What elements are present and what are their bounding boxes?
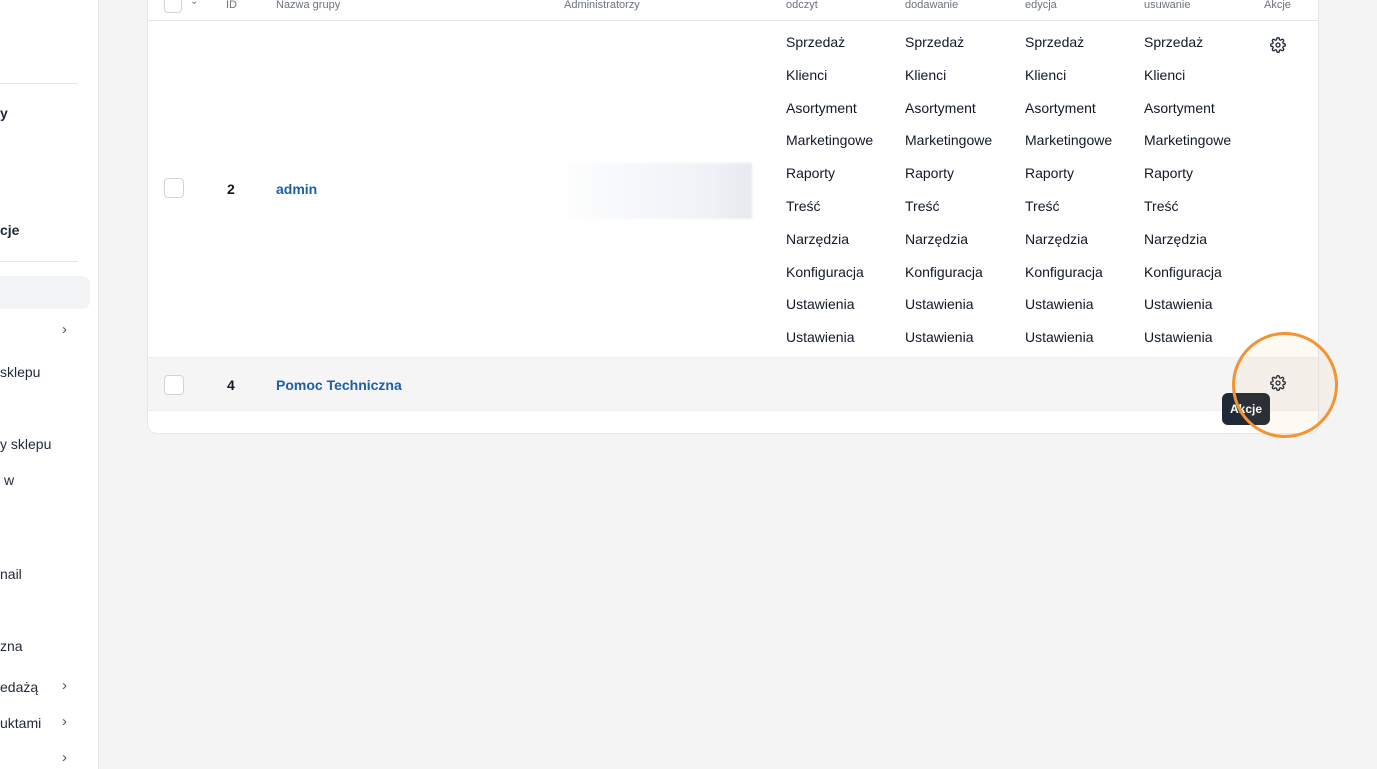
group-name-link[interactable]: admin [276,181,317,197]
permission-item: Klienci [905,66,947,83]
row-checkbox[interactable] [164,375,184,395]
column-header-admins: Administratorzy [564,0,640,11]
permission-item: Sprzedaż [1025,34,1085,50]
chevron-right-icon[interactable]: › [62,322,72,337]
permission-item: Ustawienia [1144,296,1213,313]
permission-item: Ustawienia [905,296,974,313]
permission-item: Konfiguracja [1025,263,1103,280]
sidebar-item-label[interactable]: w [4,472,14,488]
gear-icon[interactable] [1270,37,1286,53]
permission-item: Narzędzia [1144,230,1208,247]
row-checkbox[interactable] [164,178,184,198]
admins-avatars-blurred [552,163,752,219]
permission-item: Sprzedaż [905,34,965,50]
permissions-delete: Sprzedaż Klienci Asortyment Marketingowe… [1144,34,1231,362]
permission-item: Marketingowe [1025,132,1113,149]
table-row: 4 Pomoc Techniczna [148,357,1318,411]
chevron-right-icon[interactable]: › [62,750,72,765]
sidebar-item-label[interactable]: zna [0,638,23,654]
permission-item: Konfiguracja [905,263,983,280]
sidebar-item-active[interactable] [0,276,90,309]
permission-item: Narzędzia [905,230,969,247]
permission-item: Marketingowe [1144,132,1232,149]
group-name-link[interactable]: Pomoc Techniczna [276,377,402,393]
permission-item: Raporty [1144,165,1194,182]
permission-item: Klienci [1144,66,1186,83]
permission-item: Sprzedaż [1144,34,1204,50]
permissions-add: Sprzedaż Klienci Asortyment Marketingowe… [905,34,992,362]
sidebar-item-label[interactable]: sklepu [0,364,40,380]
select-all-checkbox[interactable] [164,0,182,13]
row-id: 2 [227,181,235,197]
sidebar-item-label[interactable]: y sklepu [0,436,51,452]
column-header-actions: Akcje [1264,0,1291,11]
permission-item: Asortyment [1144,99,1215,116]
row-id: 4 [227,377,235,393]
chevron-down-icon[interactable]: ⌄ [190,0,198,7]
permission-item: Treść [1144,197,1179,214]
permission-item: Marketingowe [905,132,993,149]
permission-item: Ustawienia [1025,296,1094,313]
column-header-id[interactable]: ID [226,0,237,11]
permission-item: Treść [786,197,821,214]
sidebar-item-label[interactable]: y [0,105,8,121]
permission-item: Klienci [1025,66,1067,83]
permission-item: Sprzedaż [786,34,846,50]
column-header-edit: edycja [1025,0,1057,11]
sidebar-item-label[interactable]: uktami [0,715,41,731]
sidebar-item-label[interactable]: edażą [0,679,38,695]
permission-item: Konfiguracja [786,263,864,280]
permission-item: Marketingowe [786,132,874,149]
permission-item: Raporty [1025,165,1075,182]
column-header-read: odczyt [786,0,818,11]
permission-item: Asortyment [905,99,976,116]
permission-item: Raporty [786,165,836,182]
permission-item: Raporty [905,165,955,182]
sidebar-section-label[interactable]: cje [0,222,19,238]
groups-table-card: ⌄ ID Nazwa grupy Administratorzy odczyt … [147,0,1319,434]
permission-item: Treść [1025,197,1060,214]
chevron-right-icon[interactable]: › [62,714,72,729]
column-header-delete: usuwanie [1144,0,1191,11]
column-header-add: dodawanie [905,0,959,11]
permission-item: Ustawienia [786,296,855,313]
permission-item: Asortyment [1025,99,1096,116]
permission-item: Klienci [786,66,828,83]
permission-item: Konfiguracja [1144,263,1222,280]
sidebar: y cje › sklepu y sklepu w nail zna edażą… [0,0,99,769]
sidebar-divider [0,261,78,262]
permission-item: Narzędzia [1025,230,1089,247]
click-highlight-circle [1232,332,1338,438]
chevron-right-icon[interactable]: › [62,678,72,693]
permission-item: Treść [905,197,940,214]
permission-item: Narzędzia [786,230,850,247]
permissions-edit: Sprzedaż Klienci Asortyment Marketingowe… [1025,34,1112,362]
sidebar-item-label[interactable]: nail [0,566,22,582]
sidebar-divider [0,83,78,84]
table-header: ⌄ ID Nazwa grupy Administratorzy odczyt … [148,0,1318,21]
permission-item: Asortyment [786,99,857,116]
permissions-read: Sprzedaż Klienci Asortyment Marketingowe… [786,34,873,362]
column-header-name[interactable]: Nazwa grupy [276,0,340,11]
